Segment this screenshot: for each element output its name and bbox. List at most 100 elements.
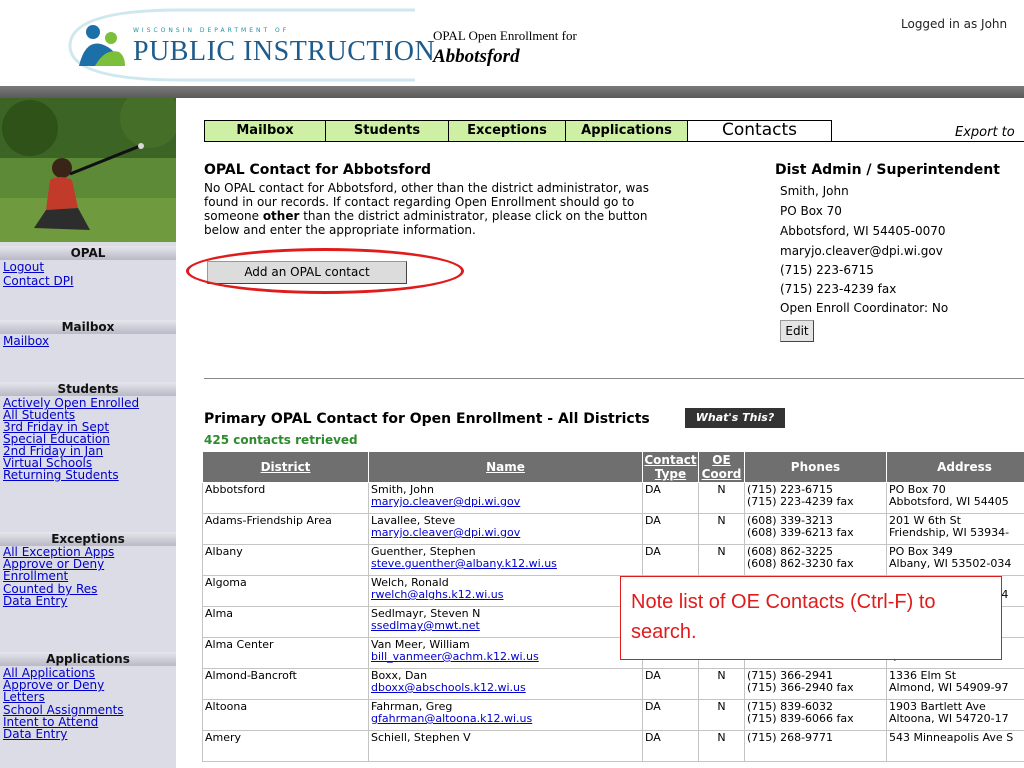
cell-address: 201 W 6th St Friendship, WI 53934- bbox=[886, 513, 1024, 545]
cell-district: Alma bbox=[202, 606, 369, 638]
cell-oe-coord: N bbox=[698, 544, 745, 576]
cell-contact-type: DA bbox=[642, 544, 699, 576]
column-header-address: Address bbox=[886, 451, 1024, 483]
sidebar-heading-exceptions: Exceptions bbox=[0, 532, 176, 546]
cell-district: Altoona bbox=[202, 699, 369, 731]
table-row: Albany Guenther, Stephen steve.guenther@al… bbox=[202, 544, 1024, 576]
admin-oe-coordinator: Open Enroll Coordinator: No bbox=[780, 301, 949, 315]
cell-contact-type: DA bbox=[642, 730, 699, 762]
email-link[interactable]: rwelch@alghs.k12.wi.us bbox=[371, 588, 503, 601]
table-row: Abbotsford Smith, John maryjo.cleaver@dpi.… bbox=[202, 482, 1024, 514]
district-title: Abbotsford bbox=[433, 46, 520, 67]
sidebar-link-letters[interactable]: Letters bbox=[3, 691, 45, 703]
cell-address: 1903 Bartlett Ave Altoona, WI 54720-17 bbox=[886, 699, 1024, 731]
tab-students[interactable]: Students bbox=[325, 120, 449, 142]
cell-address: 1336 Elm St Almond, WI 54909-97 bbox=[886, 668, 1024, 700]
app-title: OPAL Open Enrollment for bbox=[433, 28, 577, 43]
cell-name: Sedlmayr, Steven Nssedlmay@mwt.net bbox=[368, 606, 643, 638]
column-header-oe-coord[interactable]: OE Coord bbox=[698, 451, 745, 483]
email-link[interactable]: bill_vanmeer@achm.k12.wi.us bbox=[371, 650, 539, 663]
cell-address: PO Box 349 Albany, WI 53502-034 bbox=[886, 544, 1024, 576]
dist-admin-title: Dist Admin / Superintendent bbox=[775, 162, 1000, 178]
cell-name: Boxx, Dan dboxx@abschools.k12.wi.us bbox=[368, 668, 643, 700]
student-photo bbox=[0, 98, 176, 242]
cell-district: Adams-Friendship Area bbox=[202, 513, 369, 545]
dpi-logo-icon bbox=[79, 25, 125, 66]
admin-phone: (715) 223-6715 bbox=[780, 263, 874, 277]
cell-contact-type: DA bbox=[642, 482, 699, 514]
cell-oe-coord: N bbox=[698, 730, 745, 762]
cell-district: Abbotsford bbox=[202, 482, 369, 514]
table-header-row: District Name Contact Type OE Coord Phon… bbox=[202, 451, 1024, 483]
sidebar-heading-opal: OPAL bbox=[0, 246, 176, 260]
column-header-name[interactable]: Name bbox=[368, 451, 643, 483]
email-link[interactable]: gfahrman@altoona.k12.wi.us bbox=[371, 712, 532, 725]
sidebar-link-returning-students[interactable]: Returning Students bbox=[3, 469, 119, 481]
cell-oe-coord: N bbox=[698, 513, 745, 545]
whats-this-button[interactable]: What's This? bbox=[685, 408, 785, 428]
primary-contacts-title: Primary OPAL Contact for Open Enrollment… bbox=[204, 411, 650, 427]
table-row: Altoona Fahrman, Greg gfahrman@altoona.k12… bbox=[202, 699, 1024, 731]
cell-oe-coord: N bbox=[698, 699, 745, 731]
cell-address: 543 Minneapolis Ave S bbox=[886, 730, 1024, 762]
header-divider bbox=[0, 86, 1024, 98]
sidebar-link-exceptions-data-entry[interactable]: Data Entry bbox=[3, 595, 67, 607]
sidebar-link-applications-data-entry[interactable]: Data Entry bbox=[3, 728, 67, 740]
column-header-district[interactable]: District bbox=[202, 451, 369, 483]
contacts-count: 425 contacts retrieved bbox=[204, 433, 358, 447]
tab-mailbox[interactable]: Mailbox bbox=[204, 120, 326, 142]
opal-contact-message: No OPAL contact for Abbotsford, other th… bbox=[204, 181, 649, 237]
cell-district: Alma Center bbox=[202, 637, 369, 669]
sidebar-link-contact-dpi[interactable]: Contact DPI bbox=[3, 275, 74, 287]
callout-text: Note list of OE Contacts (Ctrl-F) to sea… bbox=[631, 591, 936, 643]
tab-exceptions[interactable]: Exceptions bbox=[448, 120, 566, 142]
admin-email: maryjo.cleaver@dpi.wi.gov bbox=[780, 244, 943, 258]
tab-contacts[interactable]: Contacts bbox=[687, 120, 832, 142]
cell-contact-type: DA bbox=[642, 699, 699, 731]
cell-name: Smith, John maryjo.cleaver@dpi.wi.gov bbox=[368, 482, 643, 514]
cell-oe-coord: N bbox=[698, 482, 745, 514]
cell-phones: (715) 839-6032 (715) 839-6066 fax bbox=[744, 699, 887, 731]
sidebar-link-enrollment[interactable]: Enrollment bbox=[3, 570, 68, 582]
table-row: Amery Schiell, Stephen V DA N (715) 268-9771… bbox=[202, 730, 1024, 762]
edit-button[interactable]: Edit bbox=[780, 320, 814, 342]
cell-name: Fahrman, Greg gfahrman@altoona.k12.wi.us bbox=[368, 699, 643, 731]
cell-district: Algoma bbox=[202, 575, 369, 607]
admin-name: Smith, John bbox=[780, 184, 849, 198]
highlight-annotation bbox=[186, 248, 464, 294]
cell-phones: (608) 862-3225 (608) 862-3230 fax bbox=[744, 544, 887, 576]
cell-district: Albany bbox=[202, 544, 369, 576]
cell-contact-type: DA bbox=[642, 668, 699, 700]
sidebar-heading-mailbox: Mailbox bbox=[0, 320, 176, 334]
cell-phones: (608) 339-3213 (608) 339-6213 fax bbox=[744, 513, 887, 545]
email-link[interactable]: steve.guenther@albany.k12.wi.us bbox=[371, 557, 557, 570]
sidebar: OPAL Logout Contact DPI Mailbox Mailbox … bbox=[0, 98, 176, 768]
column-header-phones: Phones bbox=[744, 451, 887, 483]
email-link[interactable]: ssedlmay@mwt.net bbox=[371, 619, 480, 632]
sidebar-heading-students: Students bbox=[0, 382, 176, 396]
email-link[interactable]: maryjo.cleaver@dpi.wi.gov bbox=[371, 495, 520, 508]
tab-applications[interactable]: Applications bbox=[565, 120, 688, 142]
cell-district: Almond-Bancroft bbox=[202, 668, 369, 700]
cell-district: Amery bbox=[202, 730, 369, 762]
cell-phones: (715) 223-6715 (715) 223-4239 fax bbox=[744, 482, 887, 514]
sidebar-link-logout[interactable]: Logout bbox=[3, 261, 44, 273]
cell-name: Lavallee, Steve maryjo.cleaver@dpi.wi.gov bbox=[368, 513, 643, 545]
cell-name: Van Meer, William bill_vanmeer@achm.k12.w… bbox=[368, 637, 643, 669]
cell-name: Welch, Ronald rwelch@alghs.k12.wi.us bbox=[368, 575, 643, 607]
admin-address-line-1: PO Box 70 bbox=[780, 204, 842, 218]
admin-fax: (715) 223-4239 fax bbox=[780, 282, 897, 296]
cell-address: PO Box 70 Abbotsford, WI 54405 bbox=[886, 482, 1024, 514]
cell-phones: (715) 268-9771 bbox=[744, 730, 887, 762]
table-row: Adams-Friendship Area Lavallee, Steve mary… bbox=[202, 513, 1024, 545]
callout-box: Note list of OE Contacts (Ctrl-F) to sea… bbox=[620, 576, 1002, 660]
email-link[interactable]: maryjo.cleaver@dpi.wi.gov bbox=[371, 526, 520, 539]
email-link[interactable]: dboxx@abschools.k12.wi.us bbox=[371, 681, 526, 694]
export-link[interactable]: Export to bbox=[955, 125, 1015, 140]
logo-name-text: PUBLIC INSTRUCTION bbox=[133, 36, 436, 67]
opal-contact-title: OPAL Contact for Abbotsford bbox=[204, 162, 432, 178]
sidebar-link-mailbox[interactable]: Mailbox bbox=[3, 335, 49, 347]
column-header-contact-type[interactable]: Contact Type bbox=[642, 451, 699, 483]
cell-name: Guenther, Stephen steve.guenther@albany.k… bbox=[368, 544, 643, 576]
cell-phones: (715) 366-2941 (715) 366-2940 fax bbox=[744, 668, 887, 700]
